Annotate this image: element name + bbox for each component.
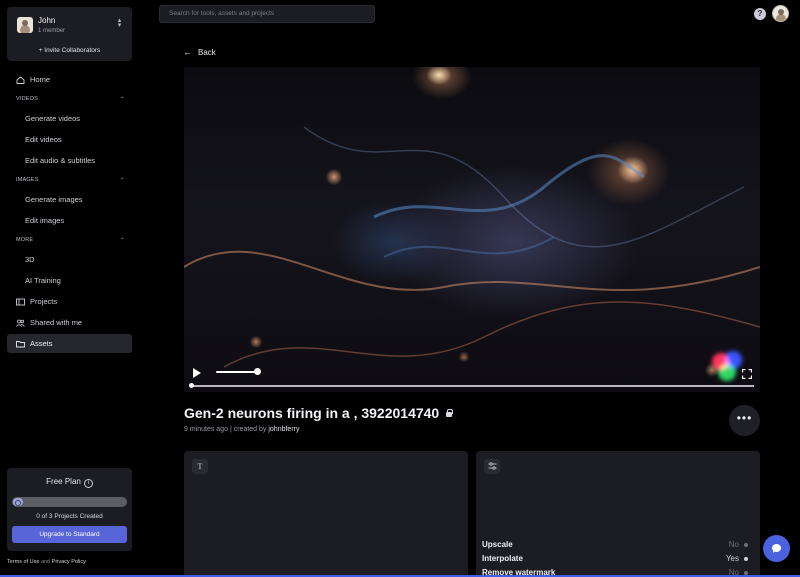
legal-and: and: [40, 559, 51, 565]
setting-value: No: [729, 540, 748, 549]
asset-title: Gen-2 neurons firing in a , 3922014740: [184, 405, 454, 421]
seek-handle[interactable]: [189, 383, 194, 388]
team-avatar: [17, 17, 33, 33]
text-icon: T: [192, 459, 208, 474]
sidebar-item-label: Edit audio & subtitles: [25, 156, 96, 165]
privacy-link[interactable]: Privacy Policy: [52, 559, 86, 565]
plan-title-text: Free Plan: [46, 477, 81, 486]
asset-meta: 9 minutes ago | created by johnbferry: [184, 426, 300, 433]
video-player[interactable]: [184, 67, 760, 392]
arrow-left-icon: ←: [183, 47, 192, 57]
search-input[interactable]: Search for tools, assets and projects: [159, 5, 375, 23]
help-icon[interactable]: ?: [754, 8, 766, 20]
sidebar-item-edit-images[interactable]: Edit images: [7, 211, 132, 230]
sidebar-item-3d[interactable]: 3D: [7, 250, 132, 269]
plan-card: Free Plan i 0 of 3 Projects Created Upgra…: [7, 468, 132, 551]
setting-value-text: Yes: [725, 554, 739, 563]
plan-progress-fill: [13, 498, 23, 506]
back-button[interactable]: ← Back: [183, 47, 216, 57]
team-name: John: [38, 16, 56, 25]
sidebar-item-home[interactable]: Home: [7, 70, 132, 89]
lock-icon: [446, 409, 454, 417]
sidebar-item-shared[interactable]: Shared with me: [7, 313, 132, 332]
sidebar-item-generate-images[interactable]: Generate images: [7, 190, 132, 209]
meta-separator: |: [229, 426, 232, 433]
terms-link[interactable]: Terms of Use: [7, 559, 39, 565]
users-icon: [16, 319, 25, 327]
projects-icon: [16, 298, 25, 306]
home-icon: [16, 75, 25, 84]
sidebar-item-label: Home: [30, 75, 51, 84]
sidebar-item-label: Projects: [30, 297, 58, 306]
back-label: Back: [198, 47, 216, 57]
plan-title: Free Plan i: [7, 477, 132, 488]
volume-slider[interactable]: [216, 371, 258, 373]
sidebar-nav: Home VIDEOS ⌃ Generate videos Edit video…: [7, 70, 132, 355]
setting-upscale: Upscale No: [482, 540, 754, 552]
chevron-up-down-icon[interactable]: ▴ ▾: [115, 17, 124, 29]
sidebar-item-assets[interactable]: Assets: [7, 334, 132, 353]
section-header-images[interactable]: IMAGES ⌃: [7, 172, 132, 188]
sidebar-item-label: Edit videos: [25, 135, 62, 144]
setting-label: Upscale: [482, 540, 513, 549]
chevron-up-icon: ⌃: [119, 237, 125, 244]
sidebar-item-generate-videos[interactable]: Generate videos: [7, 109, 132, 128]
chevron-up-icon: ⌃: [119, 177, 125, 184]
section-header-more[interactable]: MORE ⌃: [7, 232, 132, 248]
author-link[interactable]: johnbferry: [268, 426, 299, 433]
sidebar-item-label: Generate images: [25, 195, 83, 204]
section-label: VIDEOS: [16, 96, 38, 102]
sidebar-item-edit-audio-subtitles[interactable]: Edit audio & subtitles: [7, 151, 132, 170]
team-switcher[interactable]: John 1 member ▴ ▾ + Invite Collaborators: [7, 7, 132, 61]
team-member-count: 1 member: [38, 28, 66, 34]
settings-panel: Upscale No Interpolate Yes Remove waterm…: [476, 451, 760, 577]
chevron-up-icon: ⌃: [119, 96, 125, 103]
info-icon[interactable]: i: [83, 479, 93, 488]
sidebar: John 1 member ▴ ▾ + Invite Collaborators …: [0, 0, 140, 577]
chat-support-button[interactable]: [763, 535, 790, 562]
asset-time: 9 minutes ago: [184, 426, 228, 433]
play-button[interactable]: [192, 366, 202, 378]
user-avatar[interactable]: [772, 5, 789, 22]
plan-progress-bar: [12, 497, 127, 507]
section-label: MORE: [16, 237, 34, 243]
sidebar-item-edit-videos[interactable]: Edit videos: [7, 130, 132, 149]
sidebar-item-label: 3D: [25, 255, 35, 264]
upgrade-button[interactable]: Upgrade to Standard: [12, 526, 127, 543]
sidebar-item-ai-training[interactable]: AI Training: [7, 271, 132, 290]
asset-title-text: Gen-2 neurons firing in a , 3922014740: [184, 405, 440, 421]
more-options-button[interactable]: •••: [729, 405, 760, 436]
setting-interpolate: Interpolate Yes: [482, 554, 754, 566]
setting-value-text: No: [728, 540, 739, 549]
volume-handle[interactable]: [253, 368, 261, 375]
sidebar-item-label: AI Training: [25, 276, 61, 285]
sidebar-item-projects[interactable]: Projects: [7, 292, 132, 311]
seek-bar[interactable]: [190, 385, 754, 387]
legal-links: Terms of Use and Privacy Policy: [7, 559, 86, 565]
status-dot: [744, 570, 748, 575]
sliders-icon: [484, 459, 500, 474]
sidebar-item-label: Assets: [30, 339, 53, 348]
created-by-label: created by: [233, 426, 267, 433]
sidebar-item-label: Shared with me: [30, 318, 83, 327]
invite-collaborators-button[interactable]: + Invite Collaborators: [7, 47, 132, 54]
status-dot: [744, 556, 748, 561]
video-frame: [184, 126, 760, 368]
projects-created-count: 0 of 3 Projects Created: [36, 513, 103, 520]
setting-value: Yes: [726, 554, 748, 563]
status-dot: [744, 542, 748, 547]
sidebar-item-label: Generate videos: [25, 114, 81, 123]
folder-icon: [16, 340, 25, 348]
prompt-panel: T: [184, 451, 468, 577]
sidebar-item-label: Edit images: [25, 216, 65, 225]
setting-label: Interpolate: [482, 554, 523, 563]
section-label: IMAGES: [16, 177, 39, 183]
section-header-videos[interactable]: VIDEOS ⌃: [7, 91, 132, 107]
fullscreen-icon[interactable]: [741, 366, 753, 380]
